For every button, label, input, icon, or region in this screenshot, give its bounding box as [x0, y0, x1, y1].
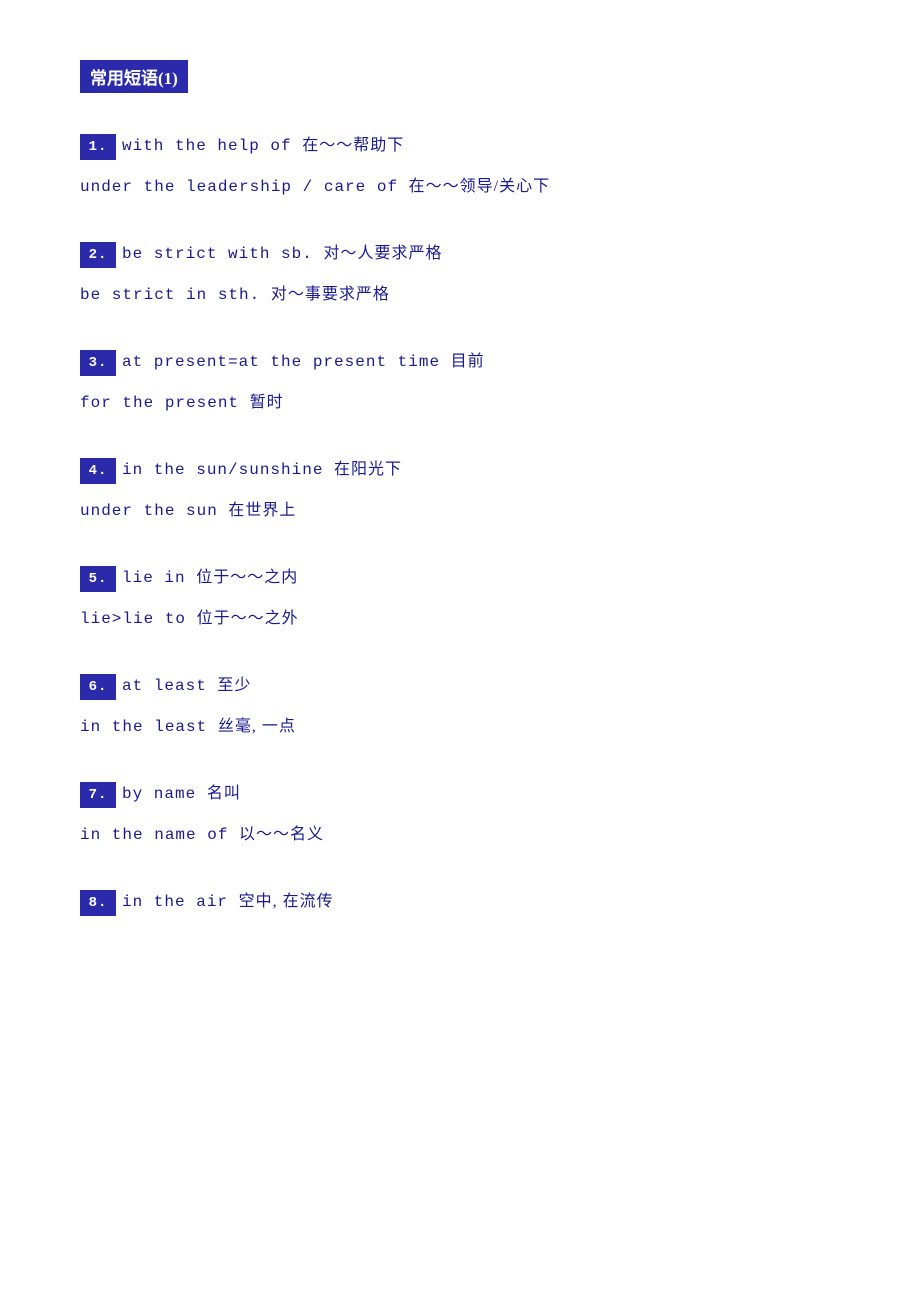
entry-cn1-4: 在阳光下	[334, 461, 402, 478]
entry-3: 3. at present=at the present time 目前 for t…	[80, 349, 840, 417]
entry-num-7: 7.	[80, 782, 116, 808]
entry-line2-5: lie>lie to 位于～～之外	[80, 606, 840, 633]
entry-8: 8. in the air 空中, 在流传	[80, 889, 840, 916]
entry-cn2-1: 在～～领导/关心下	[409, 178, 550, 195]
entry-line1-8: 8. in the air 空中, 在流传	[80, 889, 840, 916]
entry-en1-8: in the air	[122, 893, 239, 911]
entry-4: 4. in the sun/sunshine 在阳光下 under the sun …	[80, 457, 840, 525]
entry-num-6: 6.	[80, 674, 116, 700]
entry-line1-4: 4. in the sun/sunshine 在阳光下	[80, 457, 840, 484]
entry-cn2-3: 暂时	[250, 394, 284, 411]
entry-cn1-1: 在～～帮助下	[302, 137, 404, 154]
entry-line2-4: under the sun 在世界上	[80, 498, 840, 525]
entry-line2-1: under the leadership / care of 在～～领导/关心下	[80, 174, 840, 201]
entry-num-1: 1.	[80, 134, 116, 160]
entry-en1-3: at present=at the present time	[122, 353, 451, 371]
entry-en1-5: lie in	[122, 569, 196, 587]
entry-line1-3: 3. at present=at the present time 目前	[80, 349, 840, 376]
entry-7: 7. by name 名叫 in the name of 以～～名义	[80, 781, 840, 849]
entries-container: 1. with the help of 在～～帮助下 under the leade…	[80, 133, 840, 916]
entry-line1-5: 5. lie in 位于～～之内	[80, 565, 840, 592]
entry-line2-2: be strict in sth. 对～事要求严格	[80, 282, 840, 309]
entry-cn1-3: 目前	[451, 353, 485, 370]
entry-en1-7: by name	[122, 785, 207, 803]
entry-en1-4: in the sun/sunshine	[122, 461, 334, 479]
entry-num-8: 8.	[80, 890, 116, 916]
entry-num-4: 4.	[80, 458, 116, 484]
entry-6: 6. at least 至少 in the least 丝毫, 一点	[80, 673, 840, 741]
entry-cn1-8: 空中, 在流传	[239, 893, 334, 910]
entry-line2-3: for the present 暂时	[80, 390, 840, 417]
entry-line1-1: 1. with the help of 在～～帮助下	[80, 133, 840, 160]
entry-en1-1: with the help of	[122, 137, 302, 155]
entry-num-5: 5.	[80, 566, 116, 592]
entry-cn2-2: 对～事要求严格	[271, 286, 390, 303]
entry-cn2-6: 丝毫, 一点	[218, 718, 296, 735]
entry-cn1-5: 位于～～之内	[196, 569, 298, 586]
entry-line2-6: in the least 丝毫, 一点	[80, 714, 840, 741]
entry-cn1-6: 至少	[217, 677, 251, 694]
entry-2: 2. be strict with sb. 对～人要求严格 be strict in…	[80, 241, 840, 309]
entry-en2-6: in the least	[80, 718, 218, 736]
page-title: 常用短语(1)	[80, 60, 188, 93]
entry-cn2-5: 位于～～之外	[197, 610, 299, 627]
entry-en2-4: under the sun	[80, 502, 228, 520]
entry-en1-6: at least	[122, 677, 217, 695]
entry-cn2-7: 以～～名义	[239, 826, 324, 843]
entry-en2-1: under the leadership / care of	[80, 178, 409, 196]
entry-en2-3: for the present	[80, 394, 250, 412]
entry-line1-2: 2. be strict with sb. 对～人要求严格	[80, 241, 840, 268]
entry-cn1-2: 对～人要求严格	[323, 245, 442, 262]
entry-en2-5: lie>lie to	[80, 610, 197, 628]
entry-cn1-7: 名叫	[207, 785, 241, 802]
entry-line1-6: 6. at least 至少	[80, 673, 840, 700]
entry-line1-7: 7. by name 名叫	[80, 781, 840, 808]
entry-en2-7: in the name of	[80, 826, 239, 844]
entry-line2-7: in the name of 以～～名义	[80, 822, 840, 849]
entry-en2-2: be strict in sth.	[80, 286, 271, 304]
entry-cn2-4: 在世界上	[228, 502, 296, 519]
entry-num-3: 3.	[80, 350, 116, 376]
entry-en1-2: be strict with sb.	[122, 245, 323, 263]
entry-1: 1. with the help of 在～～帮助下 under the leade…	[80, 133, 840, 201]
entry-num-2: 2.	[80, 242, 116, 268]
entry-5: 5. lie in 位于～～之内 lie>lie to 位于～～之外	[80, 565, 840, 633]
